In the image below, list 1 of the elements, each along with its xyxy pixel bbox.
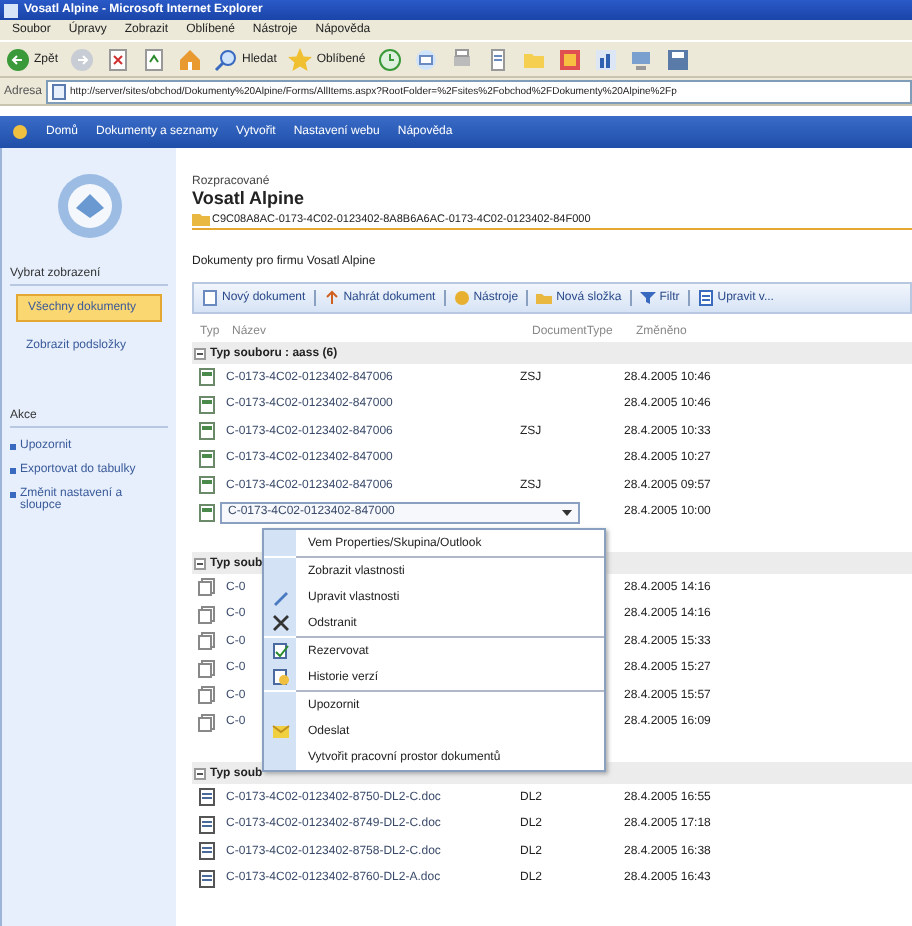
page-title: Vosatl Alpine (192, 188, 307, 208)
